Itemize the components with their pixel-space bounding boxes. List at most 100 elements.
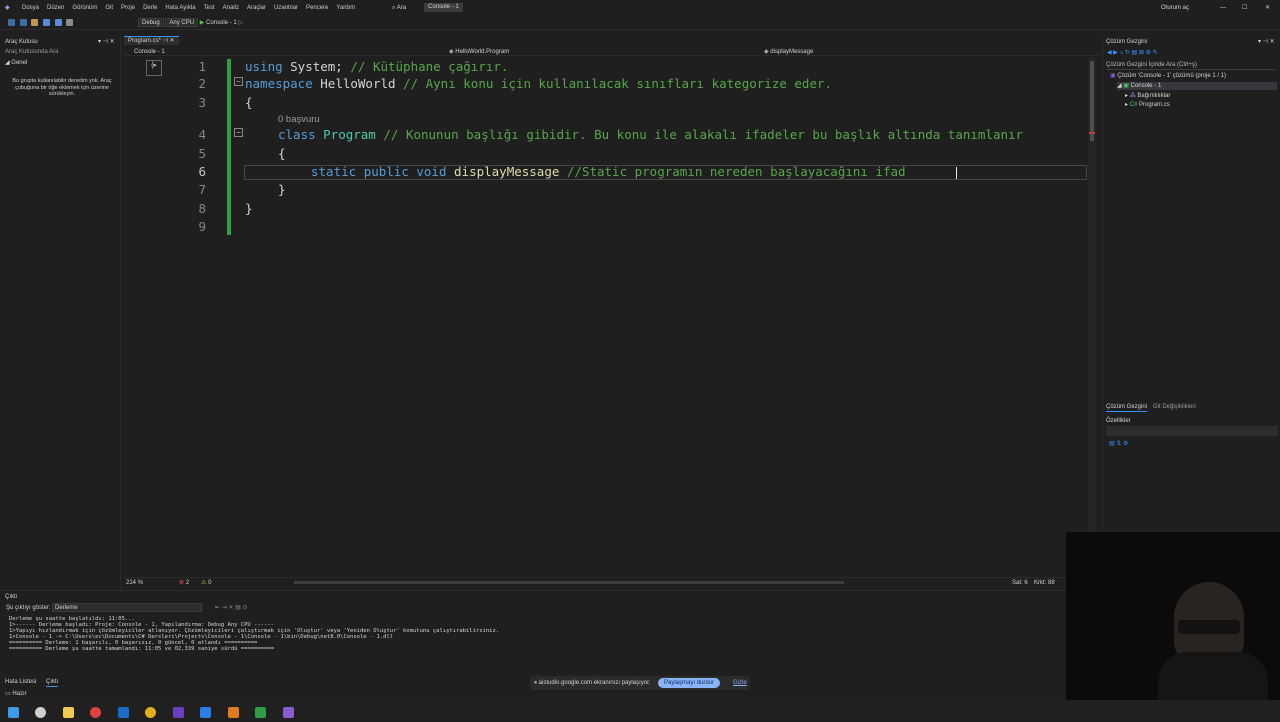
panel-controls-icon[interactable]: ▾ ⊣ ✕ bbox=[1258, 38, 1275, 46]
start-menu-icon[interactable] bbox=[8, 707, 19, 719]
save-icon[interactable] bbox=[43, 19, 51, 26]
menu-item[interactable]: Araçlar bbox=[247, 5, 266, 11]
undo-icon[interactable] bbox=[66, 19, 74, 26]
save-all-icon[interactable] bbox=[54, 19, 62, 26]
menu-item[interactable]: Görünüm bbox=[72, 5, 97, 11]
output-toolbar[interactable]: ⇤ ⇥ ✕ ▤ ⊙ bbox=[215, 604, 247, 612]
vlc-icon[interactable] bbox=[227, 707, 239, 719]
menu-item[interactable]: Hata Ayıkla bbox=[165, 5, 195, 11]
search-box[interactable]: ⌕ Ara bbox=[392, 4, 406, 12]
code-line[interactable]: class Program // Konunun başlığı gibidir… bbox=[278, 127, 1023, 142]
vscode-icon[interactable] bbox=[200, 707, 212, 719]
code-line[interactable]: { bbox=[245, 95, 253, 110]
presenter-body bbox=[1158, 652, 1268, 700]
menu-item[interactable]: Yardım bbox=[336, 5, 355, 11]
hide-share-bar-link[interactable]: Gizle bbox=[733, 679, 747, 687]
tab-program-cs[interactable]: Program.cs* ⊣ ✕ bbox=[124, 36, 179, 45]
obs-icon[interactable] bbox=[172, 707, 184, 719]
tab-output[interactable]: Çıktı bbox=[46, 678, 59, 687]
menu-item[interactable]: Derle bbox=[143, 5, 157, 11]
nav-class-dropdown[interactable]: ◈ HelloWorld.Program bbox=[449, 48, 509, 56]
csharp-file-icon: C# bbox=[1129, 102, 1138, 108]
menu-item[interactable]: Analiz bbox=[223, 5, 239, 11]
visual-studio-icon[interactable] bbox=[282, 707, 294, 719]
properties-object-select[interactable] bbox=[1106, 426, 1278, 436]
tree-solution-node[interactable]: ▣ Çözüm 'Console - 1' çözümü (proje 1 / … bbox=[1110, 72, 1226, 80]
explorer-search-input[interactable]: Çözüm Gezgini İçinde Ara (Ctrl+ş) bbox=[1106, 61, 1276, 70]
code-token: class bbox=[278, 127, 324, 142]
toolbox-panel: Araç Kutusu ▾ ⊣ ✕ Araç Kutusunda Ara ◢ G… bbox=[0, 36, 121, 589]
minimize-button[interactable]: — bbox=[1220, 4, 1226, 12]
collapse-class-icon[interactable]: − bbox=[234, 128, 243, 137]
menu-item[interactable]: Test bbox=[204, 5, 215, 11]
codelens-references[interactable]: 0 başvuru bbox=[278, 114, 320, 125]
file-explorer-icon[interactable] bbox=[62, 707, 74, 719]
nav-member-dropdown[interactable]: ◈ displayMessage bbox=[764, 48, 813, 56]
chrome-icon[interactable] bbox=[90, 707, 102, 719]
menu-item[interactable]: Dosya bbox=[22, 5, 39, 11]
code-line[interactable]: { bbox=[278, 146, 286, 161]
stop-sharing-button[interactable]: Paylaşmayı durdur bbox=[658, 678, 721, 688]
notepad-icon[interactable] bbox=[255, 707, 267, 719]
screen-share-bar: ⏸ aistudio.google.com ekranınızı paylaşı… bbox=[530, 676, 750, 690]
tree-dependencies-node[interactable]: ▸ ⁂ Bağımlılıklar bbox=[1125, 92, 1170, 100]
tree-project-node[interactable]: ◢ ▣ Console - 1 bbox=[1117, 82, 1277, 90]
tab-git-changes[interactable]: Git Değişiklikleri bbox=[1153, 403, 1196, 411]
webcam-overlay bbox=[1066, 532, 1280, 700]
warning-icon: ⚠ bbox=[201, 580, 207, 586]
line-number: 3 bbox=[198, 95, 206, 110]
forward-icon[interactable] bbox=[19, 19, 27, 26]
pin-icon[interactable]: ⊣ bbox=[163, 38, 168, 44]
menu-item[interactable]: Pencere bbox=[306, 5, 328, 11]
warning-count[interactable]: ⚠ 0 bbox=[201, 579, 211, 587]
chrome-canary-icon[interactable] bbox=[145, 707, 157, 719]
search-icon[interactable] bbox=[35, 707, 47, 719]
windows-taskbar bbox=[0, 700, 1280, 720]
nav-project-dropdown[interactable]: Console - 1 bbox=[134, 48, 165, 56]
open-folder-icon[interactable] bbox=[31, 19, 39, 26]
menu-item[interactable]: Git bbox=[105, 5, 113, 11]
horizontal-scrollbar[interactable] bbox=[294, 581, 844, 584]
close-tab-icon[interactable]: ✕ bbox=[170, 38, 175, 44]
code-token: } bbox=[245, 201, 253, 216]
code-line[interactable]: } bbox=[245, 201, 253, 216]
code-token: } bbox=[278, 182, 286, 197]
tab-solution-explorer[interactable]: Çözüm Gezgini bbox=[1106, 403, 1148, 412]
start-debug-icon[interactable]: ▶ bbox=[200, 20, 205, 26]
maximize-button[interactable]: ☐ bbox=[1242, 4, 1247, 12]
code-line[interactable]: static public void displayMessage //Stat… bbox=[311, 164, 906, 179]
explorer-toolbar[interactable]: ◀ ▶ ⌂ ↻ ▤ ⊞ ⚙ ✎ bbox=[1107, 49, 1158, 57]
back-icon[interactable] bbox=[8, 19, 15, 26]
platform-select[interactable]: Any CPU bbox=[165, 18, 199, 27]
show-output-from-select[interactable]: Derleme bbox=[52, 603, 202, 612]
properties-toolbar[interactable]: ▤ ⇅ ⚙ bbox=[1109, 440, 1128, 448]
code-line[interactable]: namespace HelloWorld // Aynı konu için k… bbox=[245, 76, 832, 91]
code-line[interactable]: } bbox=[278, 182, 286, 197]
line-number: 2 bbox=[198, 76, 206, 91]
error-count[interactable]: ⊗ 2 bbox=[179, 579, 189, 587]
tree-file-node[interactable]: ▸ C# Program.cs bbox=[1125, 101, 1170, 109]
steam-icon[interactable] bbox=[117, 707, 129, 719]
toolbox-group-general[interactable]: ◢ Genel bbox=[5, 59, 27, 67]
code-token: // Kütüphane çağırır. bbox=[342, 59, 509, 74]
panel-pin-icon[interactable]: ▾ ⊣ ✕ bbox=[98, 38, 115, 46]
sign-in-link[interactable]: Oturum aç bbox=[1161, 4, 1189, 12]
editor-scrollbar[interactable] bbox=[1088, 57, 1096, 576]
menu-item[interactable]: Proje bbox=[121, 5, 135, 11]
line-number: 8 bbox=[198, 201, 206, 216]
toolbox-search-input[interactable]: Araç Kutusunda Ara bbox=[5, 48, 117, 56]
code-line[interactable]: using System; // Kütüphane çağırır. bbox=[245, 59, 508, 74]
menu-item[interactable]: Uzantılar bbox=[274, 5, 298, 11]
menu-item[interactable]: Düzen bbox=[47, 5, 64, 11]
zoom-level[interactable]: 214 % bbox=[126, 579, 143, 587]
toolbox-group-label: Genel bbox=[11, 60, 28, 66]
tab-error-list[interactable]: Hata Listesi bbox=[5, 678, 36, 686]
run-target-select[interactable]: Console - 1 bbox=[206, 20, 237, 26]
close-window-button[interactable]: ✕ bbox=[1265, 4, 1270, 12]
collapse-namespace-icon[interactable]: − bbox=[234, 77, 243, 86]
file-label: Program.cs bbox=[1139, 102, 1170, 108]
start-without-debug-icon[interactable]: ▷ bbox=[238, 20, 243, 26]
configuration-select[interactable]: Debug bbox=[138, 18, 164, 27]
code-editor[interactable]: {▸ − − 0 başvuru 1 using System; // Kütüp… bbox=[124, 57, 1088, 576]
line-number: 4 bbox=[198, 127, 206, 142]
